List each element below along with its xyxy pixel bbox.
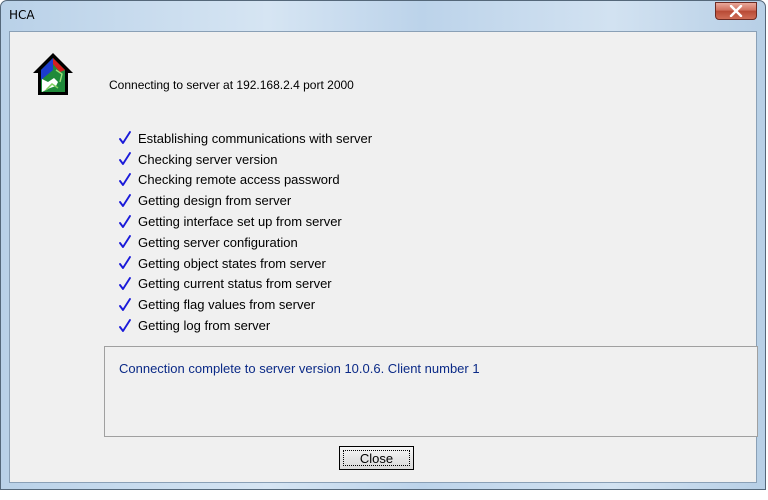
progress-step-label: Checking server version <box>138 151 278 167</box>
close-icon <box>729 5 743 17</box>
checkmark-icon <box>119 235 131 249</box>
progress-step-label: Checking remote access password <box>138 172 340 188</box>
progress-step: Getting object states from server <box>118 253 372 274</box>
checkmark-icon <box>119 152 131 166</box>
progress-step-label: Getting current status from server <box>138 276 332 292</box>
checkmark-icon <box>119 173 131 186</box>
checkmark-icon <box>119 214 131 228</box>
checkmark-icon <box>119 297 131 311</box>
progress-step-label: Getting design from server <box>138 193 292 209</box>
progress-step: Establishing communications with server <box>118 128 372 149</box>
status-message: Connection complete to server version 10… <box>119 361 480 376</box>
title-bar[interactable]: HCA <box>1 1 765 31</box>
progress-step: Getting interface set up from server <box>118 211 372 232</box>
progress-step-label: Getting flag values from server <box>138 297 316 313</box>
progress-step-label: Getting log from server <box>138 318 271 334</box>
dialog-client-area: Connecting to server at 192.168.2.4 port… <box>9 31 758 483</box>
progress-step-label: Establishing communications with server <box>138 130 373 146</box>
status-message-box: Connection complete to server version 10… <box>104 346 758 437</box>
checkmark-icon <box>119 193 131 207</box>
hca-house-icon <box>33 53 73 95</box>
progress-step-label: Getting interface set up from server <box>138 214 342 230</box>
close-button[interactable]: Close <box>339 446 414 470</box>
progress-step: Checking remote access password <box>118 170 372 191</box>
focus-rectangle <box>343 450 410 466</box>
checkmark-icon <box>119 131 131 145</box>
progress-step: Getting server configuration <box>118 232 372 253</box>
progress-step-list: Establishing communications with server … <box>118 128 372 336</box>
dialog-window: HCA Connecting to server at 192.168.2.4 … <box>0 0 766 490</box>
checkmark-icon <box>119 256 131 270</box>
progress-step-label: Getting server configuration <box>138 234 298 250</box>
progress-step: Getting current status from server <box>118 274 372 295</box>
progress-step: Getting flag values from server <box>118 294 372 315</box>
progress-step-label: Getting object states from server <box>138 255 326 271</box>
checkmark-icon <box>119 277 131 290</box>
progress-step: Getting log from server <box>118 315 372 336</box>
window-title: HCA <box>9 8 35 22</box>
window-close-button[interactable] <box>715 2 757 20</box>
progress-step: Getting design from server <box>118 190 372 211</box>
checkmark-icon <box>119 318 131 332</box>
connection-target-text: Connecting to server at 192.168.2.4 port… <box>109 78 354 92</box>
progress-step: Checking server version <box>118 149 372 170</box>
